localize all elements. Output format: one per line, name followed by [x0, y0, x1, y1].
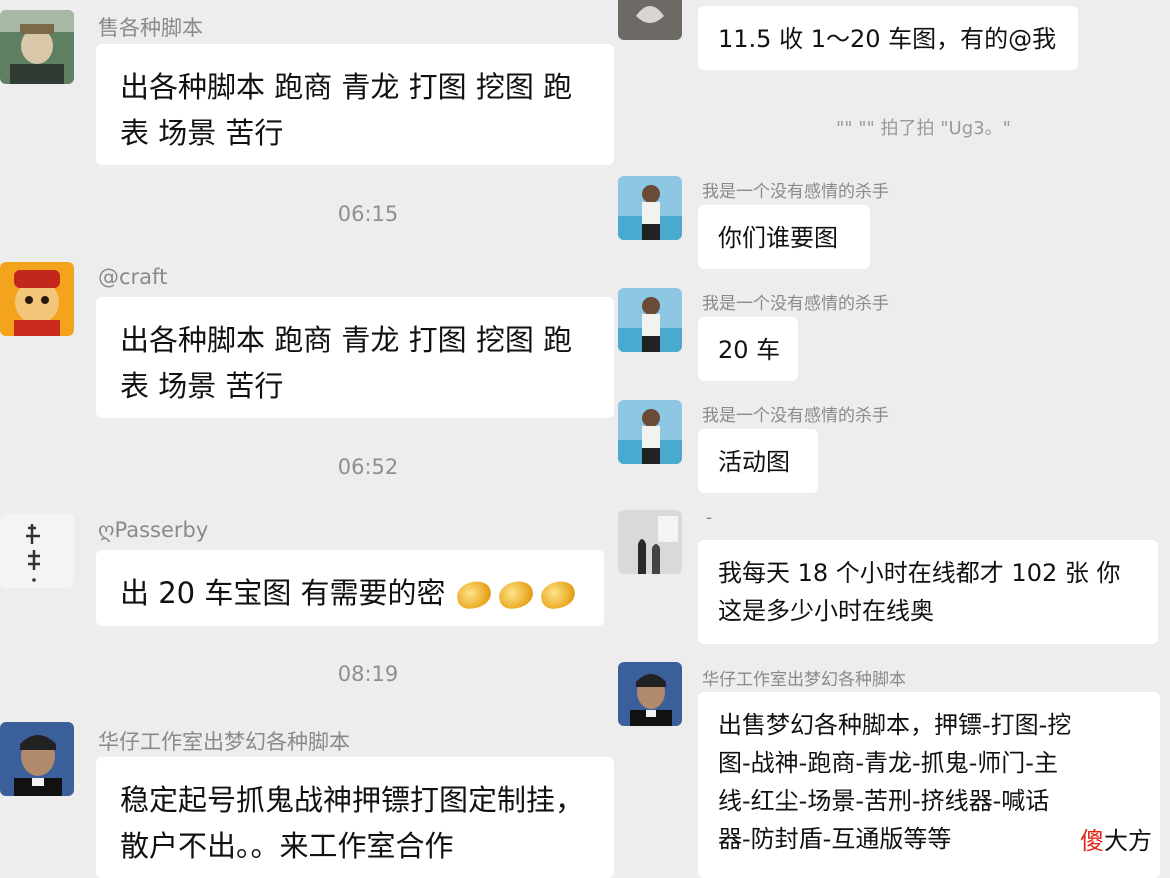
message-bubble[interactable]: 出 20 车宝图 有需要的密	[96, 550, 604, 626]
avatar-killer[interactable]	[618, 400, 682, 464]
message-text: 你们谁要图	[718, 224, 838, 252]
timestamp: 06:15	[337, 202, 399, 226]
timestamp: 06:52	[337, 455, 399, 479]
message-bubble[interactable]: 我每天 18 个小时在线都才 102 张 你 这是多少小时在线奥	[698, 540, 1158, 644]
message-text: 出各种脚本 跑商 青龙 打图 挖图 跑 表 场景 苦行	[120, 323, 573, 403]
message-text: 我每天 18 个小时在线都才 102 张 你 这是多少小时在线奥	[718, 559, 1121, 625]
avatar-script-seller[interactable]	[0, 10, 74, 84]
message-text: 出各种脚本 跑商 青龙 打图 挖图 跑 表 场景 苦行	[120, 70, 573, 150]
message-bubble[interactable]: 稳定起号抓鬼战神押镖打图定制挂， 散户不出。。来工作室合作	[96, 757, 614, 878]
message-bubble[interactable]: 活动图	[698, 429, 818, 493]
watermark-red: 傻	[1080, 827, 1104, 855]
message-text: 11.5 收 1～20 车图，有的@我	[718, 25, 1057, 53]
avatar-cartoon-character[interactable]	[0, 262, 74, 336]
avatar-killer[interactable]	[618, 288, 682, 352]
system-notice: "" "" 拍了拍 "Ug3。"	[836, 118, 1011, 139]
avatar-heart-hands[interactable]	[618, 0, 682, 40]
sender-name: @craft	[98, 265, 168, 289]
sender-name: 华仔工作室出梦幻各种脚本	[98, 730, 350, 754]
sender-name: 我是一个没有感情的杀手	[702, 406, 889, 426]
right-chat-panel: 11.5 收 1～20 车图，有的@我 "" "" 拍了拍 "Ug3。" 我是一…	[614, 0, 1170, 878]
message-bubble[interactable]: 20 车	[698, 317, 798, 381]
sender-name: 售各种脚本	[98, 16, 203, 40]
sender-name: 我是一个没有感情的杀手	[702, 294, 889, 314]
sender-name: 华仔工作室出梦幻各种脚本	[702, 670, 906, 690]
sender-name: 我是一个没有感情的杀手	[702, 182, 889, 202]
avatar-studio[interactable]	[0, 722, 74, 796]
message-text: 活动图	[718, 448, 790, 476]
sender-name: ღPasserby	[98, 518, 209, 542]
gold-ingot-icon	[454, 578, 578, 612]
avatar-killer[interactable]	[618, 176, 682, 240]
message-text: 20 车	[718, 336, 781, 364]
message-bubble[interactable]: 出各种脚本 跑商 青龙 打图 挖图 跑 表 场景 苦行	[96, 44, 614, 165]
message-bubble[interactable]: 11.5 收 1～20 车图，有的@我	[698, 6, 1078, 70]
avatar-calligraphy[interactable]	[0, 514, 74, 588]
message-bubble[interactable]: 出各种脚本 跑商 青龙 打图 挖图 跑 表 场景 苦行	[96, 297, 614, 418]
watermark: 傻大方	[1080, 821, 1152, 856]
avatar-bw-photo[interactable]	[618, 510, 682, 574]
message-bubble[interactable]: 你们谁要图	[698, 205, 870, 269]
watermark-black: 大方	[1104, 827, 1152, 855]
left-chat-panel: 售各种脚本 出各种脚本 跑商 青龙 打图 挖图 跑 表 场景 苦行 06:15 …	[0, 0, 614, 878]
message-text: 出 20 车宝图 有需要的密	[120, 576, 446, 610]
avatar-studio[interactable]	[618, 662, 682, 726]
timestamp: 08:19	[337, 662, 399, 686]
sender-name: -	[706, 508, 713, 528]
message-text: 稳定起号抓鬼战神押镖打图定制挂， 散户不出。。来工作室合作	[120, 783, 585, 863]
